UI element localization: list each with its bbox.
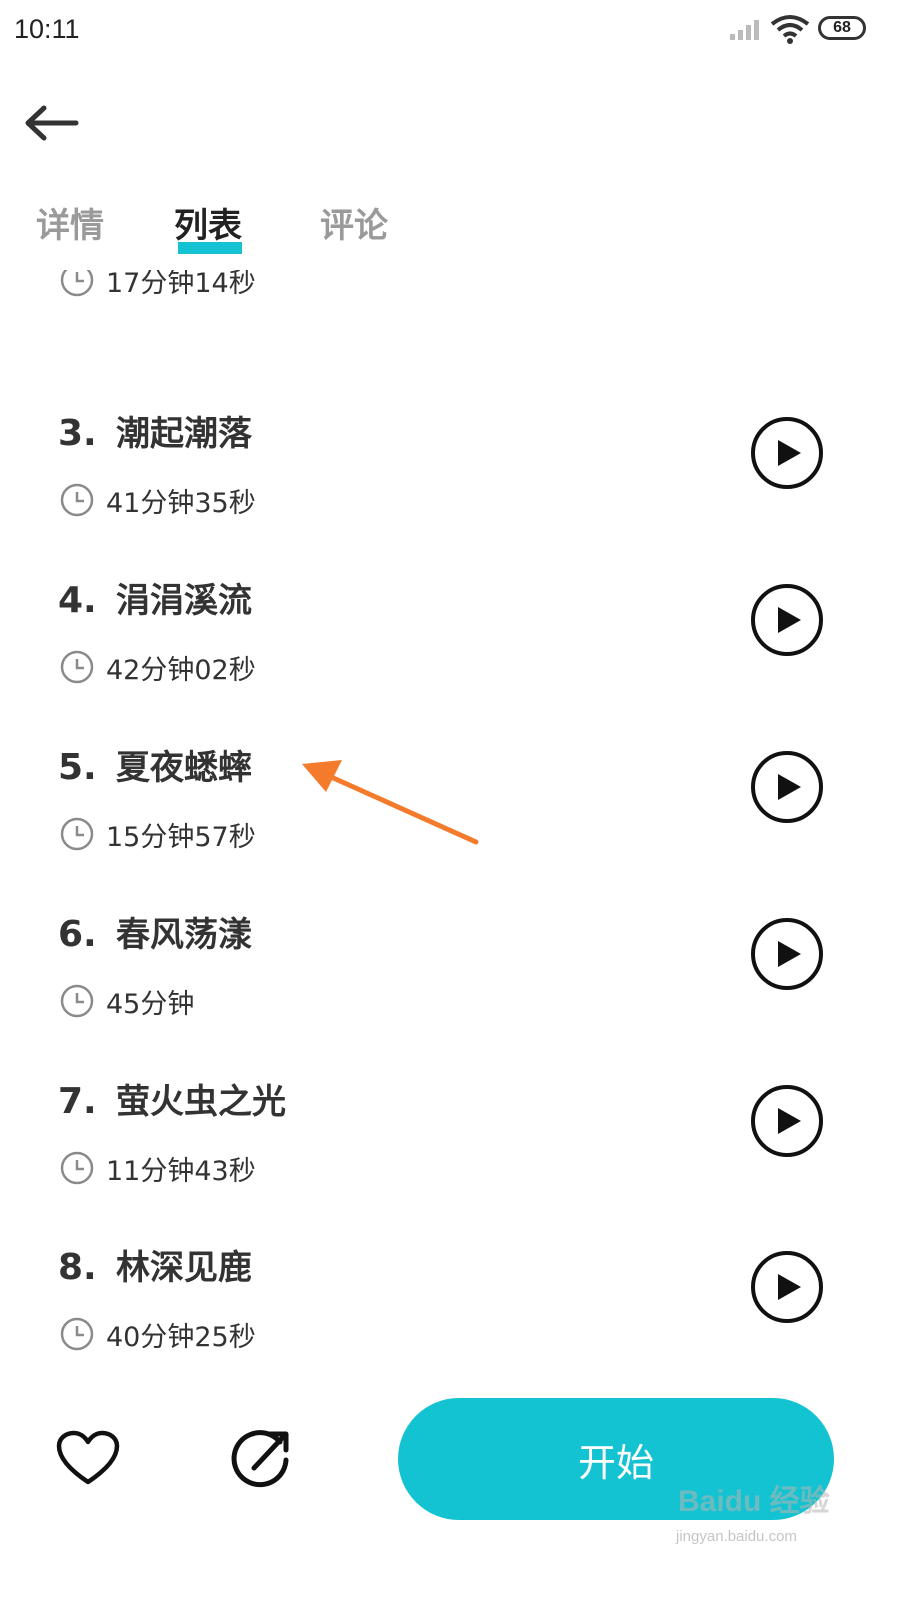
battery-indicator: 68 (818, 16, 866, 40)
list-item[interactable]: 17分钟14秒 (0, 270, 900, 326)
play-button[interactable] (750, 583, 824, 657)
start-button-label: 开始 (577, 1440, 654, 1485)
item-meta: 41分钟35秒 (60, 480, 256, 520)
back-arrow-icon (25, 105, 79, 141)
item-title-row: 6. 春风荡漾 (58, 907, 252, 955)
clock-icon (60, 1151, 94, 1185)
favorite-button[interactable] (56, 1430, 120, 1486)
item-meta: 11分钟43秒 (60, 1148, 256, 1188)
item-duration: 40分钟25秒 (106, 1321, 256, 1353)
item-duration: 41分钟35秒 (106, 487, 256, 519)
clock-icon (60, 650, 94, 684)
item-title-row: 7. 萤火虫之光 (58, 1074, 286, 1122)
watermark-brand: Baidu 经验 (678, 1485, 830, 1518)
item-duration: 45分钟 (106, 988, 195, 1020)
share-button[interactable] (228, 1426, 296, 1490)
list-item[interactable]: 4. 涓涓溪流 42分钟02秒 (0, 547, 900, 713)
item-title-row: 4. 涓涓溪流 (58, 573, 252, 621)
tab-label: 评论 (320, 206, 388, 246)
signal-icon (730, 20, 759, 40)
play-button[interactable] (750, 1084, 824, 1158)
tab-details[interactable]: 详情 (36, 198, 104, 247)
watermark: Baidu 经验 jingyan.baidu.com (672, 1470, 842, 1550)
item-duration: 42分钟02秒 (106, 654, 256, 686)
item-meta: 40分钟25秒 (60, 1314, 256, 1354)
item-meta: 42分钟02秒 (60, 647, 256, 687)
clock-icon (60, 270, 94, 297)
clock-icon (60, 483, 94, 517)
tab-label: 详情 (36, 206, 104, 246)
clock-icon (60, 817, 94, 851)
item-title: 潮起潮落 (116, 414, 252, 454)
status-time: 10:11 (14, 14, 80, 44)
tab-label: 列表 (174, 206, 242, 246)
item-duration: 17分钟14秒 (106, 270, 256, 299)
list-item[interactable]: 6. 春风荡漾 45分钟 (0, 881, 900, 1047)
back-button[interactable] (22, 100, 80, 146)
tab-comments[interactable]: 评论 (320, 198, 388, 247)
item-title-row: 3. 潮起潮落 (58, 406, 252, 454)
list-item[interactable]: 3. 潮起潮落 41分钟35秒 (0, 380, 900, 546)
item-number: 3. (58, 413, 97, 454)
item-number: 7. (58, 1081, 97, 1122)
item-number: 5. (58, 747, 97, 788)
list-item[interactable]: 8. 林深见鹿 40分钟25秒 (0, 1214, 900, 1380)
heart-icon (56, 1430, 120, 1485)
tab-list[interactable]: 列表 (174, 198, 242, 254)
watermark-site: jingyan.baidu.com (676, 1528, 797, 1545)
clock-icon (60, 984, 94, 1018)
item-duration: 15分钟57秒 (106, 821, 256, 853)
item-title: 萤火虫之光 (116, 1082, 286, 1122)
share-icon (231, 1430, 289, 1488)
item-title-row: 5. 夏夜蟋蟀 (58, 740, 252, 788)
item-title: 林深见鹿 (116, 1248, 252, 1288)
item-title: 夏夜蟋蟀 (116, 748, 252, 788)
clock-icon (60, 1317, 94, 1351)
battery-level: 68 (833, 19, 851, 36)
item-meta: 45分钟 (60, 981, 194, 1021)
item-title-row: 8. 林深见鹿 (58, 1240, 252, 1288)
item-duration: 11分钟43秒 (106, 1155, 256, 1187)
play-button[interactable] (750, 750, 824, 824)
tab-bar: 详情 列表 评论 (0, 190, 900, 270)
play-button[interactable] (750, 1250, 824, 1324)
item-title: 涓涓溪流 (116, 581, 252, 621)
item-meta: 15分钟57秒 (60, 814, 256, 854)
item-meta: 17分钟14秒 (60, 270, 256, 300)
item-number: 8. (58, 1247, 97, 1288)
play-button[interactable] (750, 416, 824, 490)
list-item[interactable]: 7. 萤火虫之光 11分钟43秒 (0, 1048, 900, 1214)
wifi-icon (770, 15, 810, 44)
annotation-arrow-icon (302, 760, 479, 845)
item-number: 6. (58, 914, 97, 955)
play-button[interactable] (750, 917, 824, 991)
item-title: 春风荡漾 (116, 915, 252, 955)
status-bar: 10:11 68 (0, 0, 900, 62)
item-number: 4. (58, 580, 97, 621)
